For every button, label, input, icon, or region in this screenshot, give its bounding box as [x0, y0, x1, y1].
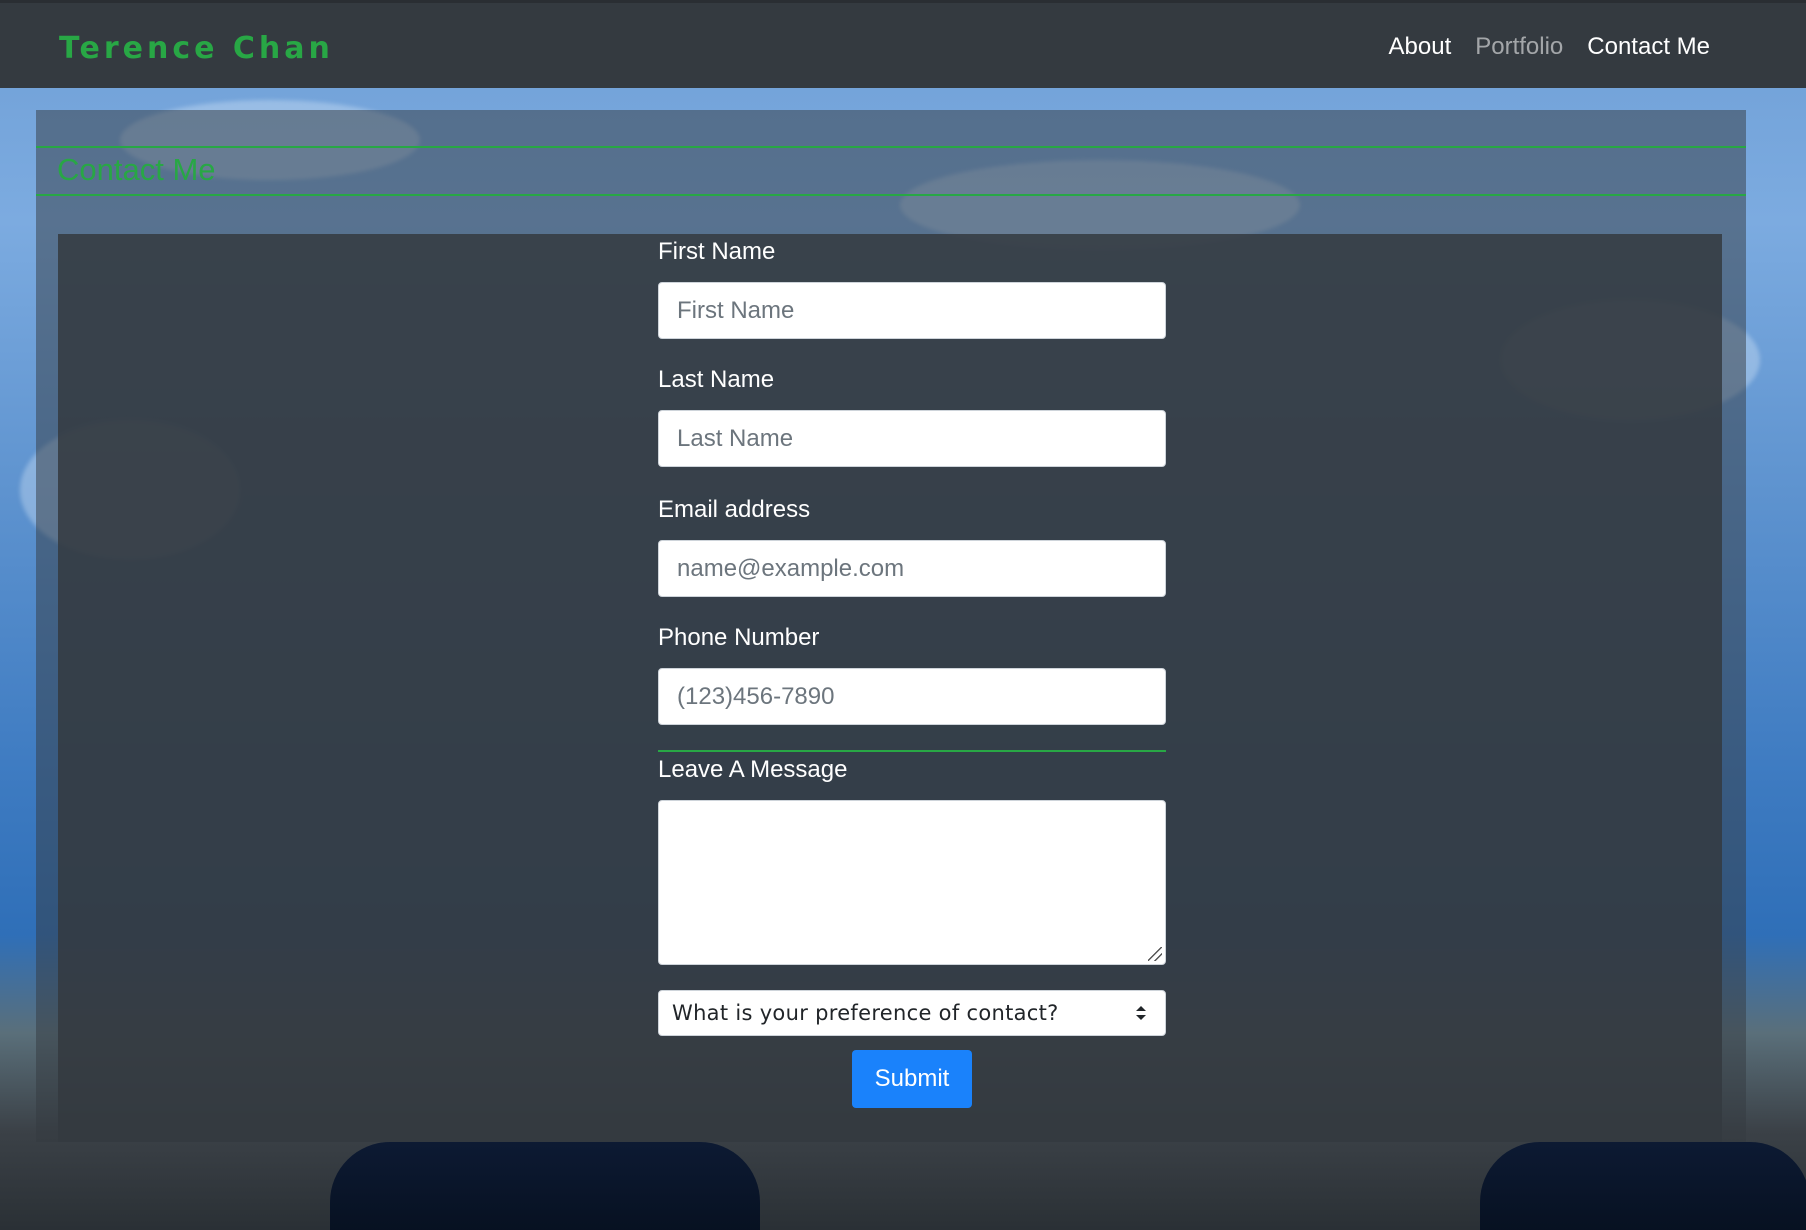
brand-logo[interactable]: Terence Chan [59, 31, 334, 66]
email-label: Email address [658, 496, 811, 523]
nav-about[interactable]: About [1389, 33, 1452, 61]
page-title: Contact Me [57, 152, 216, 187]
message-label: Leave A Message [658, 756, 848, 783]
resize-grip-icon[interactable] [1148, 947, 1162, 961]
nav-portfolio[interactable]: Portfolio [1475, 33, 1563, 61]
last-name-label: Last Name [658, 366, 775, 393]
submit-button[interactable]: Submit [852, 1050, 972, 1108]
first-name-label: First Name [658, 238, 776, 265]
first-name-input[interactable] [658, 282, 1166, 339]
navbar: Terence Chan About Portfolio Contact Me [0, 0, 1806, 88]
phone-label: Phone Number [658, 624, 820, 651]
email-input[interactable] [658, 540, 1166, 597]
select-updown-icon [1136, 1006, 1146, 1020]
nav-links: About Portfolio Contact Me [1389, 33, 1710, 61]
main-panel: Contact Me First Name Last Name Email ad… [36, 110, 1746, 1142]
car-hood [330, 1142, 760, 1230]
phone-input[interactable] [658, 668, 1166, 725]
contact-form-area: First Name Last Name Email address Phone… [58, 234, 1722, 1142]
contact-preference-value: What is your preference of contact? [672, 1001, 1059, 1025]
contact-preference-select[interactable]: What is your preference of contact? [658, 990, 1166, 1036]
last-name-input[interactable] [658, 410, 1166, 467]
car-hood [1480, 1142, 1806, 1230]
nav-contact-me[interactable]: Contact Me [1587, 33, 1710, 61]
message-textarea[interactable] [658, 800, 1166, 965]
section-header: Contact Me [36, 146, 1746, 196]
form-divider [658, 750, 1166, 752]
